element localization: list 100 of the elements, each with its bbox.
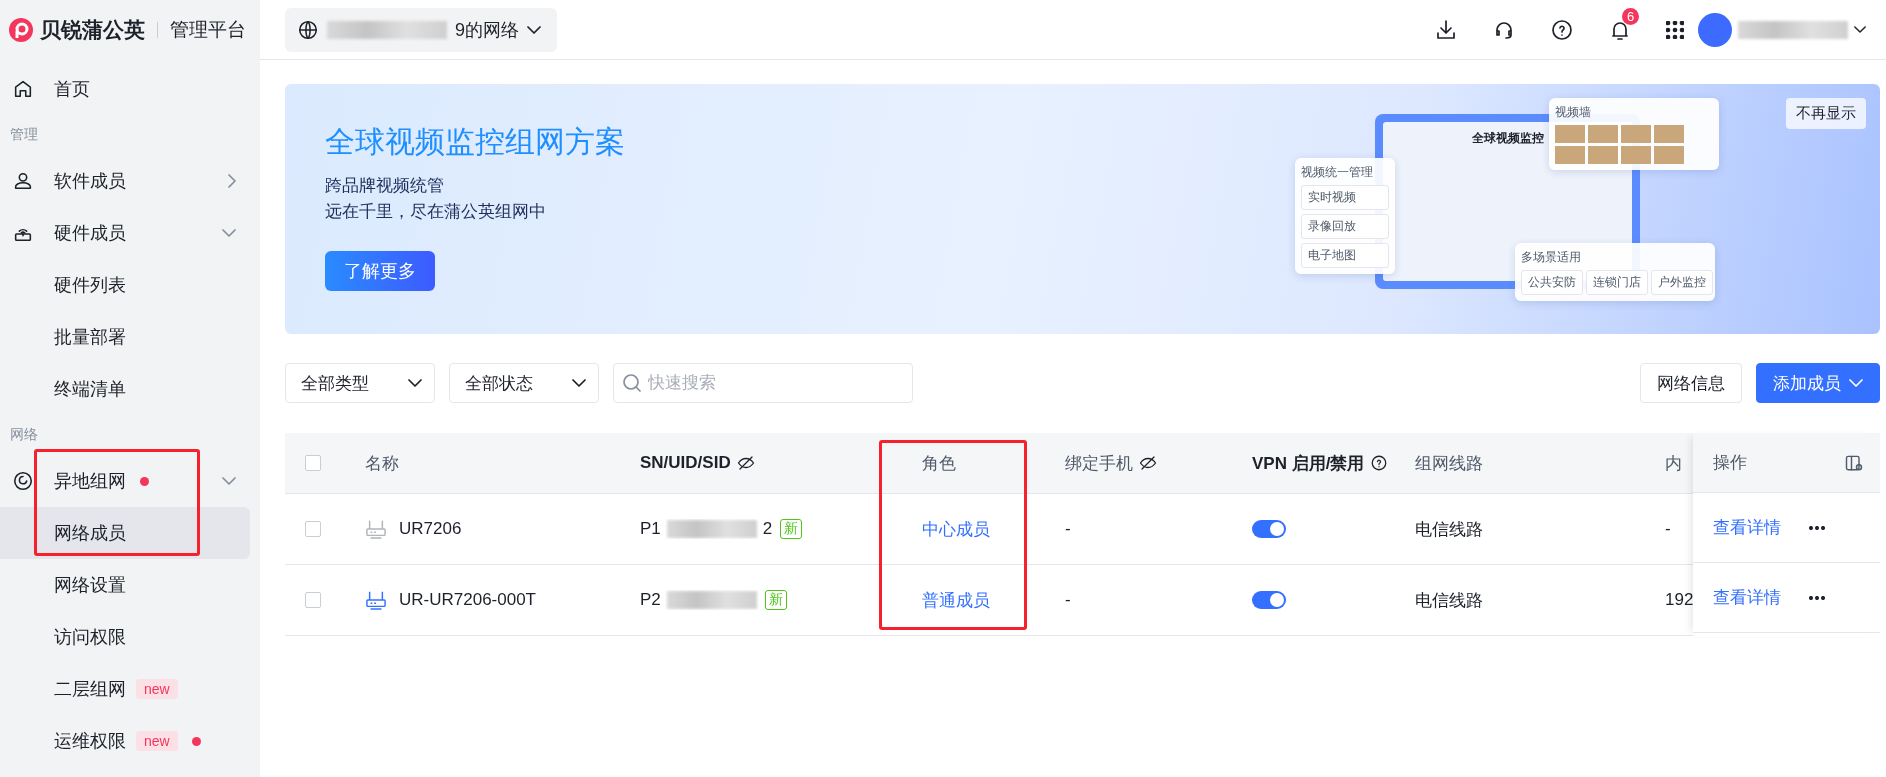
serial-number: 2: [762, 519, 773, 539]
chevron-down-icon: [527, 25, 541, 34]
row-checkbox[interactable]: [305, 592, 321, 608]
table-cell: -: [1065, 590, 1071, 610]
photo-placeholder: [1621, 146, 1651, 164]
sidebar-item[interactable]: 网络成员: [0, 507, 250, 559]
column-header: 角色: [922, 452, 956, 475]
brand-name: 贝锐蒲公英: [40, 17, 145, 43]
banner-title: 全球视频监控组网方案: [325, 124, 625, 160]
chevron-right-icon: [228, 174, 236, 188]
sidebar-item[interactable]: 硬件成员: [0, 207, 250, 259]
sidebar-item[interactable]: 二层组网 new: [0, 663, 250, 715]
vpn-toggle[interactable]: [1252, 591, 1286, 609]
serial-number: P1: [640, 519, 661, 539]
more-icon: [1809, 525, 1825, 530]
new-tag: new: [136, 679, 178, 699]
column-header: 内: [1665, 452, 1682, 475]
sidebar-item[interactable]: 运维权限 new: [0, 715, 250, 767]
photo-placeholder: [1555, 125, 1585, 143]
globe-icon: [297, 18, 319, 41]
photo-placeholder: [1621, 125, 1651, 143]
section-label: 网络: [9, 425, 39, 444]
scenario-chip: 连锁门店: [1586, 270, 1648, 295]
sidebar-item[interactable]: 终端清单: [0, 363, 250, 415]
column-header: 组网线路: [1415, 452, 1483, 475]
chevron-down-icon: [408, 379, 422, 387]
network-selector[interactable]: 9的网络: [285, 7, 557, 52]
sidebar-item[interactable]: 硬件列表: [0, 259, 250, 311]
row-checkbox[interactable]: [305, 521, 321, 537]
chevron-down-icon: [572, 379, 586, 387]
card-title: 视频统一管理: [1301, 164, 1374, 181]
device-name: UR-UR7206-000T: [399, 590, 536, 610]
banner-text: 跨品牌视频统管: [325, 175, 445, 197]
section-label: 管理: [9, 125, 39, 144]
sidebar-item[interactable]: 批量部署: [0, 311, 250, 363]
logo-icon: [8, 17, 34, 43]
table-cell: 192: [1665, 590, 1693, 610]
hidden-eye-icon: [736, 454, 755, 472]
chevron-down-icon: [1854, 26, 1866, 33]
filter-dropdown[interactable]: 全部类型: [285, 363, 435, 403]
new-badge: 新: [780, 519, 803, 539]
avatar[interactable]: [1698, 12, 1732, 47]
network-info-button[interactable]: 网络信息: [1640, 363, 1742, 403]
sidebar-item[interactable]: 网络设置: [0, 559, 250, 611]
help-icon: [1370, 454, 1389, 472]
search-field[interactable]: 快速搜索: [613, 363, 913, 403]
scenario-chip: 公共安防: [1521, 270, 1583, 295]
feature-chip: 录像回放: [1301, 214, 1389, 239]
column-header: 操作: [1713, 452, 1747, 474]
scenario-chip: 户外监控: [1651, 270, 1713, 295]
feature-chip: 实时视频: [1301, 185, 1389, 210]
new-tag: new: [136, 731, 178, 751]
column-header: VPN 启用/禁用: [1252, 452, 1365, 475]
select-all-checkbox[interactable]: [305, 455, 321, 471]
learn-more-button[interactable]: 了解更多: [325, 251, 435, 291]
photo-placeholder: [1654, 125, 1684, 143]
view-details-link[interactable]: 查看详情: [1713, 586, 1781, 609]
new-badge: 新: [764, 590, 787, 610]
search-icon: [623, 374, 641, 392]
chevron-down-icon: [222, 229, 236, 237]
card-title: 视频墙: [1555, 104, 1592, 121]
view-details-link[interactable]: 查看详情: [1713, 516, 1781, 539]
serial-number: P2: [640, 590, 661, 610]
photo-placeholder: [1588, 146, 1618, 164]
column-header: 名称: [365, 452, 399, 475]
vpn-toggle[interactable]: [1252, 520, 1286, 538]
banner-text: 远在千里，尽在蒲公英组网中: [325, 201, 547, 223]
sidebar-item[interactable]: 软件成员: [0, 155, 250, 207]
photo-placeholder: [1654, 146, 1684, 164]
sidebar-item[interactable]: 访问权限: [0, 611, 250, 663]
user-icon: [12, 170, 34, 192]
product-name: 管理平台: [170, 18, 246, 42]
apps-grid-icon: [1666, 20, 1684, 39]
swirl-icon: [12, 470, 34, 492]
chevron-down-icon: [1849, 379, 1863, 387]
home-icon: [12, 78, 34, 100]
table-cell-text: 电信线路: [1415, 589, 1483, 612]
sidebar-item[interactable]: 异地组网: [0, 455, 250, 507]
table-cell: -: [1065, 519, 1071, 539]
hidden-eye-icon: [1139, 454, 1157, 472]
role-link[interactable]: 中心成员: [922, 517, 990, 541]
card-title: 多场景适用: [1521, 249, 1582, 266]
sidebar-item[interactable]: 首页: [0, 63, 250, 115]
column-header: 绑定手机: [1065, 452, 1133, 475]
notification-count: 6: [1622, 7, 1640, 25]
filter-dropdown[interactable]: 全部状态: [449, 363, 599, 403]
device-name: UR7206: [399, 519, 462, 539]
chevron-down-icon: [222, 477, 236, 485]
help-icon: [1550, 17, 1574, 42]
column-header: SN/UID/SID: [640, 453, 731, 473]
dismiss-button[interactable]: 不再显示: [1786, 98, 1866, 129]
feature-chip: 电子地图: [1301, 243, 1389, 268]
role-link[interactable]: 普通成员: [922, 588, 990, 612]
add-member-button[interactable]: 添加成员: [1756, 363, 1880, 403]
photo-placeholder: [1588, 125, 1618, 143]
table-cell-text: 电信线路: [1415, 518, 1483, 541]
download-icon: [1434, 17, 1458, 42]
table-cell: -: [1665, 519, 1671, 539]
more-icon: [1809, 595, 1825, 600]
screen-title: 全球视频监控: [1471, 130, 1544, 147]
